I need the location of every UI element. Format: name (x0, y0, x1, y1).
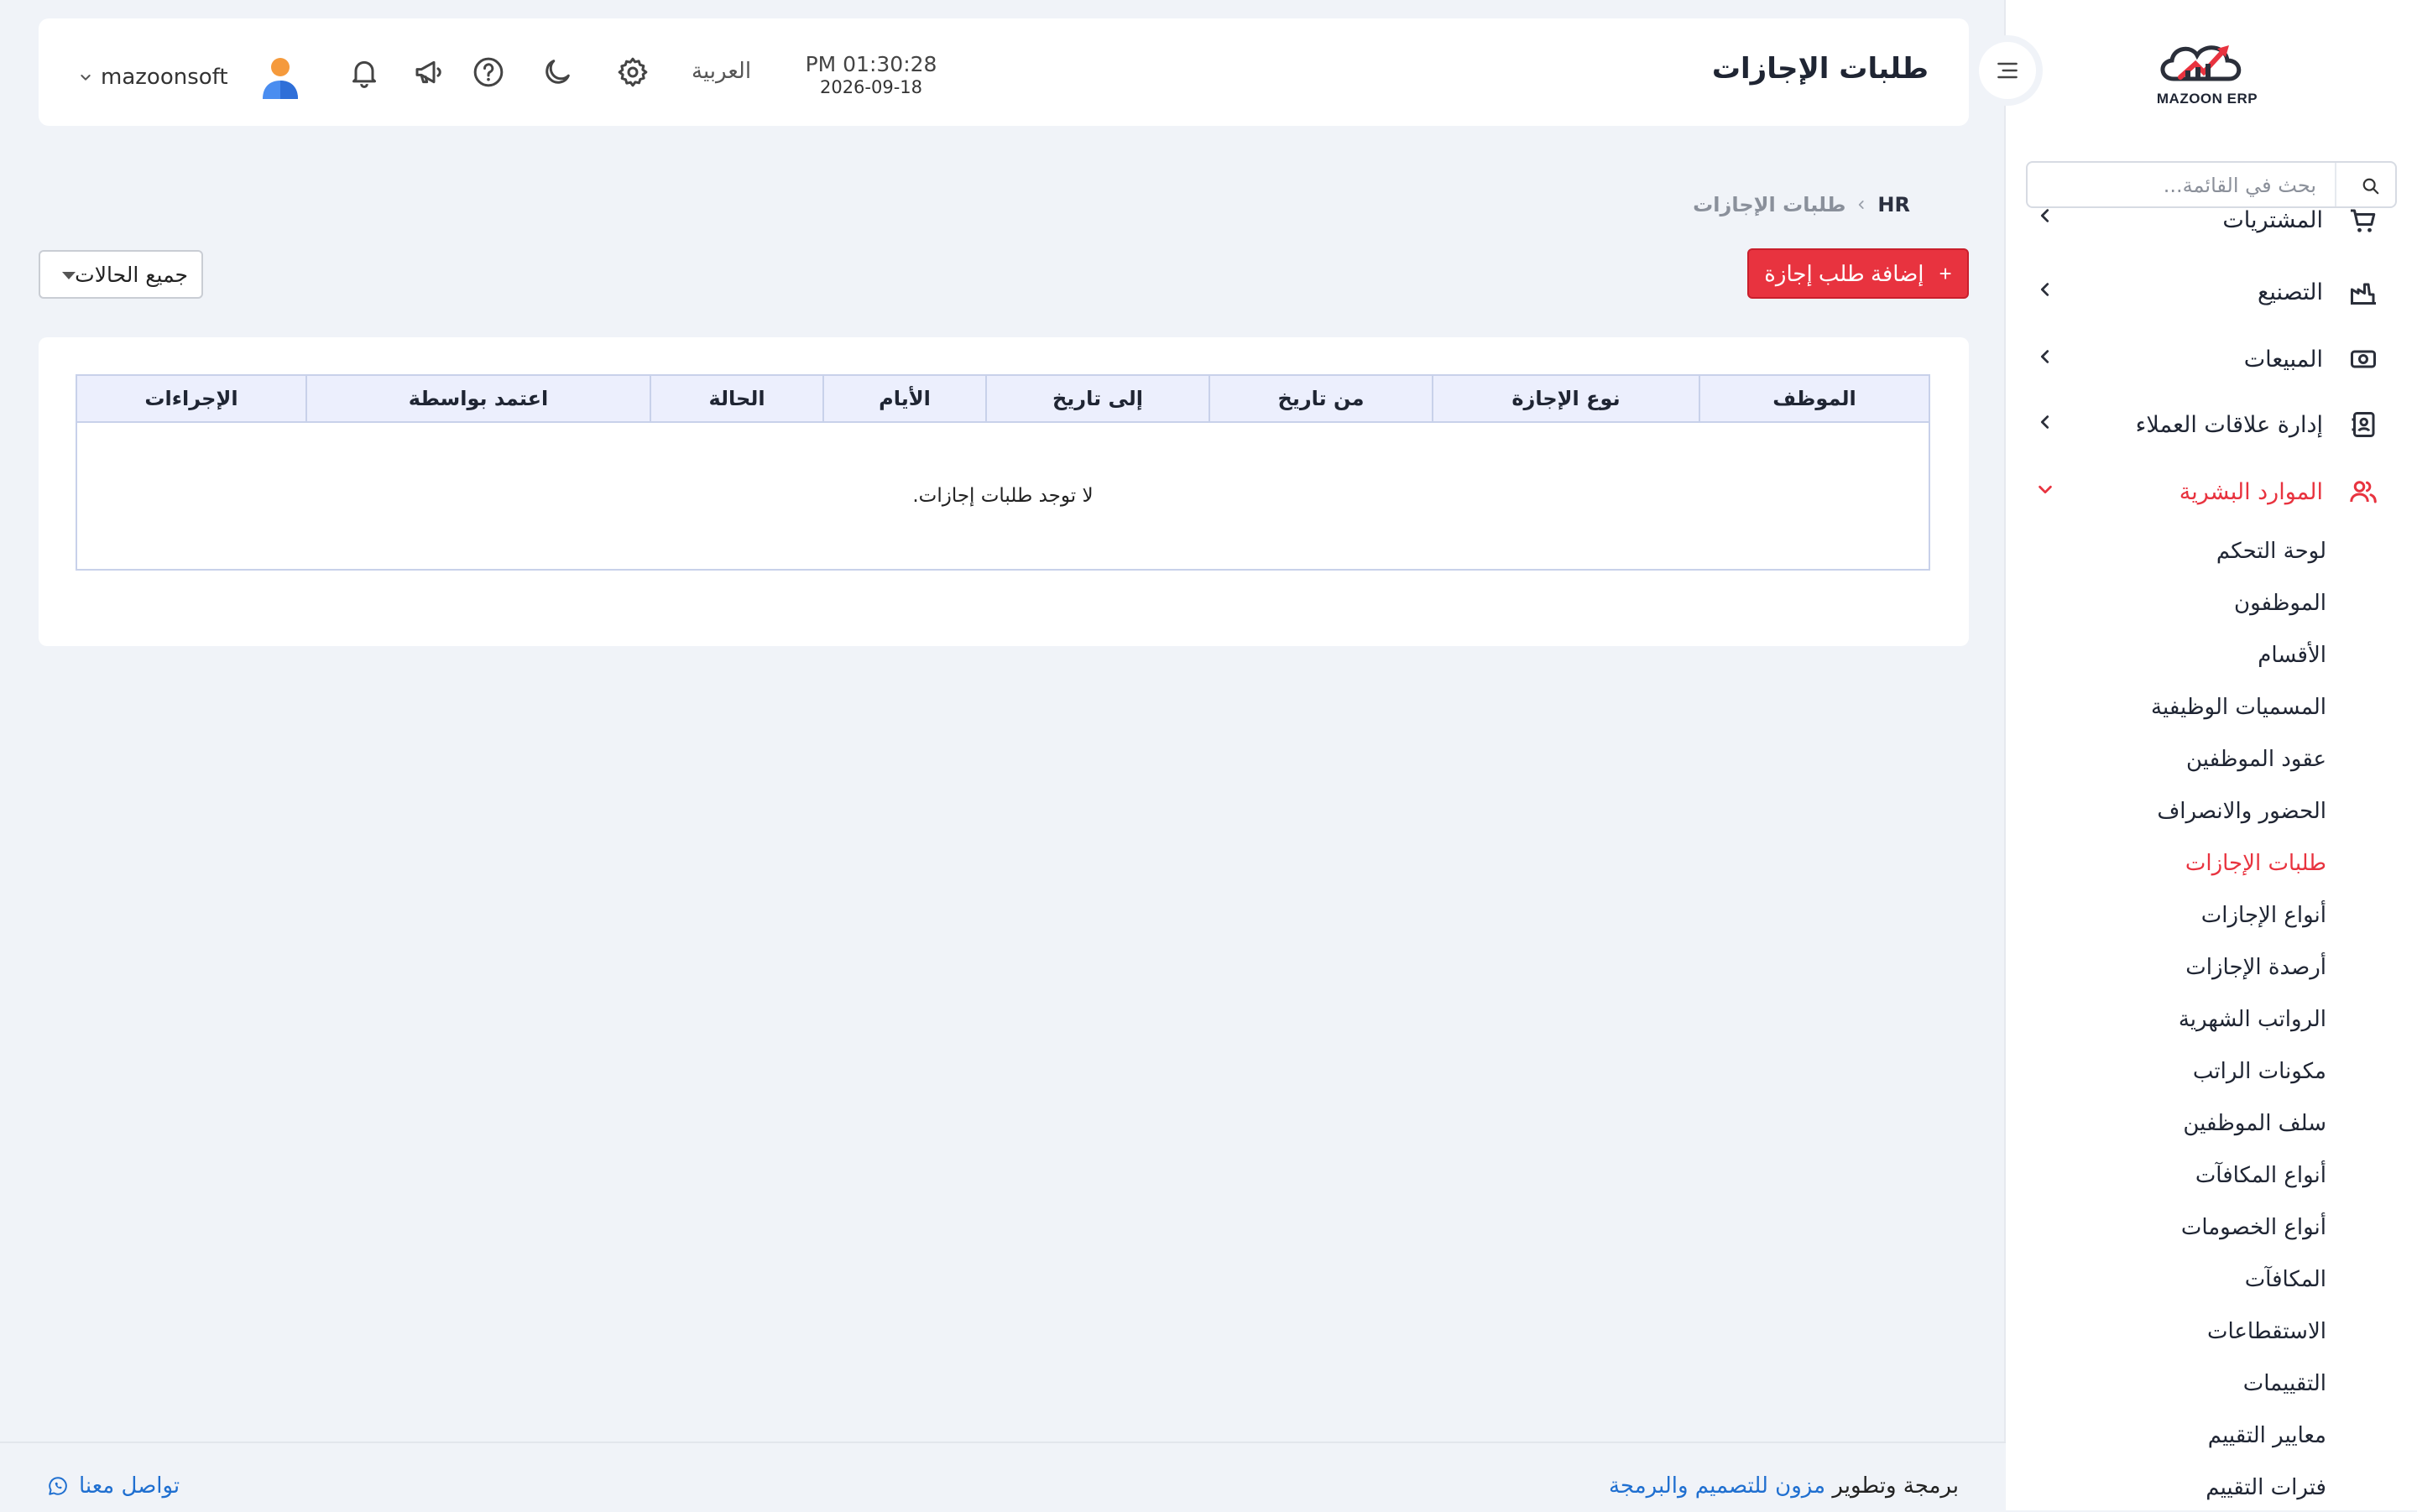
sidebar-item-manufacturing[interactable]: التصنيع (2036, 267, 2378, 317)
cart-icon (2348, 206, 2378, 236)
top-bar: طلبات الإجازات PM 01:30:28 2026-09-18 ال… (39, 18, 1969, 126)
sidebar-subitem-deduction-types[interactable]: أنواع الخصومات (2181, 1215, 2326, 1240)
menu-icon (1994, 57, 2021, 84)
leave-requests-table: الموظف نوع الإجازة من تاريخ إلى تاريخ ال… (76, 374, 1930, 571)
sidebar-subitem-leave-balances[interactable]: أرصدة الإجازات (2185, 955, 2326, 980)
sidebar-subitem-evaluation-periods[interactable]: فترات التقييم (2206, 1475, 2326, 1500)
sidebar-item-label: التصنيع (2258, 279, 2323, 305)
column-actions: الإجراءات (76, 374, 307, 423)
caret-down-icon (62, 272, 76, 279)
logo-text: MAZOON ERP (2156, 91, 2258, 107)
chevron-down-icon (79, 70, 92, 84)
sidebar-item-hr[interactable]: الموارد البشرية (2036, 467, 2378, 517)
sidebar-subitem-employee-advances[interactable]: سلف الموظفين (2183, 1111, 2326, 1136)
column-leave-type[interactable]: نوع الإجازة (1432, 374, 1700, 423)
logo-icon (2160, 45, 2242, 81)
sidebar-subitem-bonuses[interactable]: المكافآت (2245, 1267, 2326, 1292)
help-icon[interactable] (472, 55, 505, 89)
add-leave-request-label: إضافة طلب إجازة (1764, 260, 1924, 286)
language-switch[interactable]: العربية (692, 59, 751, 84)
chevron-left-icon (2036, 347, 2054, 366)
column-to-date[interactable]: إلى تاريخ (985, 374, 1210, 423)
empty-table-message: لا توجد طلبات إجازات. (76, 421, 1930, 571)
sidebar-subitem-dashboard[interactable]: لوحة التحكم (2216, 539, 2326, 564)
column-days[interactable]: الأيام (822, 374, 987, 423)
moon-icon[interactable] (540, 55, 574, 89)
sidebar-item-crm[interactable]: إدارة علاقات العملاء (2036, 399, 2378, 450)
gear-icon[interactable] (616, 55, 650, 89)
username: mazoonsoft (101, 65, 228, 90)
chevron-left-icon (2036, 280, 2054, 299)
sidebar-item-label: المبيعات (2243, 346, 2323, 373)
sidebar-subitem-employee-contracts[interactable]: عقود الموظفين (2186, 747, 2326, 772)
bell-icon[interactable] (347, 55, 381, 89)
breadcrumb: HR طلبات الإجازات (1693, 193, 1910, 216)
sidebar-subitem-monthly-payroll[interactable]: الرواتب الشهرية (2179, 1007, 2326, 1032)
chevron-left-icon (2036, 206, 2054, 225)
column-status[interactable]: الحالة (650, 374, 824, 423)
sidebar-item-label: إدارة علاقات العملاء (2135, 411, 2323, 438)
sidebar-toggle-inner (1979, 42, 2036, 99)
contact-us-link[interactable]: تواصل معنا (47, 1473, 180, 1499)
avatar (260, 55, 300, 99)
sidebar-subitem-job-titles[interactable]: المسميات الوظيفية (2151, 695, 2326, 720)
sidebar-toggle[interactable] (1972, 35, 2043, 106)
sidebar-subitem-evaluation-criteria[interactable]: معايير التقييم (2208, 1423, 2326, 1448)
footer: برمجة وتطوير مزون للتصميم والبرمجة تواصل… (0, 1442, 2006, 1512)
sidebar-subitem-employees[interactable]: الموظفون (2234, 591, 2326, 616)
search-input[interactable] (2063, 169, 2318, 201)
cash-icon (2348, 344, 2378, 374)
contacts-icon (2348, 409, 2378, 440)
footer-credit-prefix: برمجة وتطوير (1832, 1473, 1959, 1499)
clock-date: 2026-09-18 (819, 77, 923, 97)
contact-us-label: تواصل معنا (79, 1473, 180, 1499)
logo[interactable]: MAZOON ERP (2148, 35, 2266, 111)
sidebar-subitem-leave-requests[interactable]: طلبات الإجازات (2185, 851, 2326, 876)
users-icon (2348, 477, 2378, 507)
sidebar-subitem-departments[interactable]: الأقسام (2258, 643, 2326, 668)
page-title: طلبات الإجازات (1711, 52, 1929, 86)
breadcrumb-root[interactable]: HR (1877, 193, 1910, 216)
sidebar: MAZOON ERP المشتريات التصنيع المبيعات (2004, 0, 2417, 1510)
megaphone-icon[interactable] (413, 55, 446, 89)
sidebar-subitem-evaluations[interactable]: التقييمات (2243, 1371, 2326, 1396)
search-divider (2335, 163, 2336, 206)
footer-company-link[interactable]: مزون للتصميم والبرمجة (1609, 1473, 1825, 1499)
footer-credit: برمجة وتطوير مزون للتصميم والبرمجة (1609, 1473, 1959, 1499)
status-filter-select[interactable]: جميع الحالات (39, 250, 203, 299)
sidebar-subitem-leave-types[interactable]: أنواع الإجازات (2201, 903, 2326, 928)
sidebar-item-label: الموارد البشرية (2179, 478, 2323, 505)
user-menu[interactable]: mazoonsoft (79, 55, 300, 99)
table-row: لا توجد طلبات إجازات. (76, 421, 1930, 571)
clock-time: PM 01:30:28 (805, 52, 937, 76)
column-approved-by[interactable]: اعتمد بواسطة (305, 374, 651, 423)
chevron-left-icon (1856, 199, 1867, 211)
leave-requests-card: الموظف نوع الإجازة من تاريخ إلى تاريخ ال… (39, 337, 1969, 646)
table-header-row: الموظف نوع الإجازة من تاريخ إلى تاريخ ال… (76, 374, 1930, 423)
sidebar-subitem-attendance[interactable]: الحضور والانصراف (2157, 799, 2326, 824)
clock: PM 01:30:28 2026-09-18 (797, 52, 945, 97)
chevron-down-icon (2036, 480, 2054, 498)
sidebar-subitem-deductions[interactable]: الاستقطاعات (2207, 1319, 2326, 1344)
sidebar-item-label: المشتريات (2222, 206, 2323, 233)
status-filter-value: جميع الحالات (75, 263, 188, 287)
search-icon[interactable] (2362, 177, 2380, 196)
plus-icon: + (1939, 260, 1952, 286)
sidebar-subitem-salary-components[interactable]: مكونات الراتب (2193, 1059, 2326, 1084)
column-from-date[interactable]: من تاريخ (1208, 374, 1433, 423)
add-leave-request-button[interactable]: + إضافة طلب إجازة (1747, 248, 1969, 299)
whatsapp-icon (47, 1475, 69, 1497)
breadcrumb-current: طلبات الإجازات (1693, 193, 1846, 216)
column-employee[interactable]: الموظف (1699, 374, 1930, 423)
sidebar-item-sales[interactable]: المبيعات (2036, 334, 2378, 384)
sidebar-subitem-bonus-types[interactable]: أنواع المكافآت (2195, 1163, 2326, 1188)
factory-icon (2348, 277, 2378, 307)
chevron-left-icon (2036, 413, 2054, 431)
sidebar-item-purchases[interactable]: المشتريات (2036, 201, 2378, 248)
